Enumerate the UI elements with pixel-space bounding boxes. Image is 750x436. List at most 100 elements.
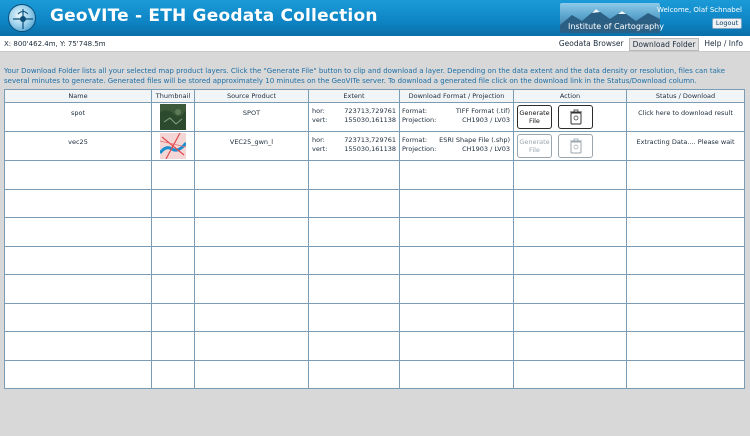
format-label: Format: xyxy=(402,136,428,144)
status-text: Extracting Data.... Please wait xyxy=(626,131,745,161)
column-header-source-product: Source Product xyxy=(194,89,309,103)
empty-cell xyxy=(513,160,627,190)
download-table: Name Thumbnail Source Product Extent Dow… xyxy=(4,89,745,389)
extent-cell: hor: 723713,729761 vert: 155030,161138 xyxy=(308,131,400,161)
action-cell: Generate File xyxy=(513,102,627,132)
empty-cell xyxy=(151,160,195,190)
generate-file-button[interactable]: Generate File xyxy=(517,105,552,129)
empty-cell xyxy=(513,302,627,332)
projection-label: Projection: xyxy=(402,145,437,153)
projection-value: CH1903 / LV03 xyxy=(462,116,510,124)
empty-cell xyxy=(308,188,400,218)
nav-bar: X: 800'462.4m, Y: 75'748.5m Geodata Brow… xyxy=(0,36,750,52)
projection-label: Projection: xyxy=(402,116,437,124)
extent-hor-value: 723713,729761 xyxy=(344,107,396,115)
extent-vert-label: vert: xyxy=(312,116,328,124)
empty-cell xyxy=(399,188,514,218)
empty-cell xyxy=(194,245,309,275)
empty-cell xyxy=(513,245,627,275)
tab-geodata-browser[interactable]: Geodata Browser xyxy=(556,38,627,51)
extent-hor-value: 723713,729761 xyxy=(344,136,396,144)
empty-table-row xyxy=(4,217,745,247)
extent-hor-label: hor: xyxy=(312,107,325,115)
empty-cell xyxy=(308,160,400,190)
empty-cell xyxy=(194,359,309,389)
empty-cell xyxy=(399,302,514,332)
table-row: spot SPOT hor: 723713,729761 vert: 15503… xyxy=(4,102,745,132)
column-header-status: Status / Download xyxy=(626,89,745,103)
empty-table-row xyxy=(4,245,745,275)
empty-cell xyxy=(513,188,627,218)
empty-cell xyxy=(151,302,195,332)
format-value: TIFF Format (.tif) xyxy=(455,107,510,115)
empty-cell xyxy=(626,359,745,389)
action-cell: Generate File xyxy=(513,131,627,161)
tab-download-folder[interactable]: Download Folder xyxy=(628,38,700,51)
format-value: ESRI Shape File (.shp) xyxy=(439,136,510,144)
empty-rows xyxy=(4,160,745,389)
delete-layer-button[interactable] xyxy=(558,134,593,158)
extent-hor-label: hor: xyxy=(312,136,325,144)
empty-table-row xyxy=(4,160,745,190)
source-product: VEC25_gwn_l xyxy=(194,131,309,161)
empty-table-row xyxy=(4,302,745,332)
empty-cell xyxy=(626,217,745,247)
geovite-logo-icon[interactable] xyxy=(8,4,36,32)
layer-name: spot xyxy=(4,102,152,132)
empty-cell xyxy=(4,274,152,304)
extent-vert-value: 155030,161138 xyxy=(344,145,396,153)
empty-cell xyxy=(513,331,627,361)
empty-cell xyxy=(4,188,152,218)
empty-cell xyxy=(194,331,309,361)
extent-vert-value: 155030,161138 xyxy=(344,116,396,124)
source-product: SPOT xyxy=(194,102,309,132)
generate-file-button[interactable]: Generate File xyxy=(517,134,552,158)
tab-help-info[interactable]: Help / Info xyxy=(701,38,746,51)
app-header: GeoVITe - ETH Geodata Collection Institu… xyxy=(0,0,750,36)
empty-table-row xyxy=(4,188,745,218)
extent-cell: hor: 723713,729761 vert: 155030,161138 xyxy=(308,102,400,132)
empty-cell xyxy=(513,217,627,247)
empty-cell xyxy=(4,217,152,247)
logout-button[interactable]: Logout xyxy=(712,18,742,29)
empty-table-row xyxy=(4,274,745,304)
layer-name: vec25 xyxy=(4,131,152,161)
format-cell: Format: ESRI Shape File (.shp) Projection… xyxy=(399,131,514,161)
column-header-extent: Extent xyxy=(308,89,400,103)
empty-cell xyxy=(308,217,400,247)
institute-label: Institute of Cartography xyxy=(568,22,664,31)
thumbnail-cell xyxy=(151,131,195,161)
empty-cell xyxy=(626,302,745,332)
trash-bin-icon xyxy=(569,109,582,125)
empty-cell xyxy=(399,245,514,275)
empty-cell xyxy=(399,359,514,389)
empty-cell xyxy=(151,245,195,275)
empty-cell xyxy=(626,331,745,361)
empty-cell xyxy=(194,274,309,304)
spot-thumbnail-image[interactable] xyxy=(160,104,186,130)
status-download-link[interactable]: Click here to download result xyxy=(626,102,745,132)
intro-text: Your Download Folder lists all your sele… xyxy=(4,67,726,85)
empty-cell xyxy=(151,331,195,361)
column-header-action: Action xyxy=(513,89,627,103)
empty-cell xyxy=(4,359,152,389)
empty-cell xyxy=(194,217,309,247)
download-folder-panel: Your Download Folder lists all your sele… xyxy=(4,66,746,389)
empty-table-row xyxy=(4,359,745,389)
empty-cell xyxy=(4,302,152,332)
empty-cell xyxy=(626,245,745,275)
empty-cell xyxy=(194,188,309,218)
welcome-text: Welcome, Olaf Schnabel xyxy=(656,6,742,14)
vec25-thumbnail-image[interactable] xyxy=(160,133,186,159)
empty-cell xyxy=(513,274,627,304)
format-label: Format: xyxy=(402,107,428,115)
nav-tabs: Geodata Browser Download Folder Help / I… xyxy=(556,38,746,51)
empty-cell xyxy=(626,160,745,190)
column-header-format: Download Format / Projection xyxy=(399,89,514,103)
empty-cell xyxy=(308,274,400,304)
delete-layer-button[interactable] xyxy=(558,105,593,129)
empty-cell xyxy=(194,302,309,332)
empty-cell xyxy=(399,274,514,304)
empty-cell xyxy=(399,160,514,190)
empty-cell xyxy=(151,188,195,218)
